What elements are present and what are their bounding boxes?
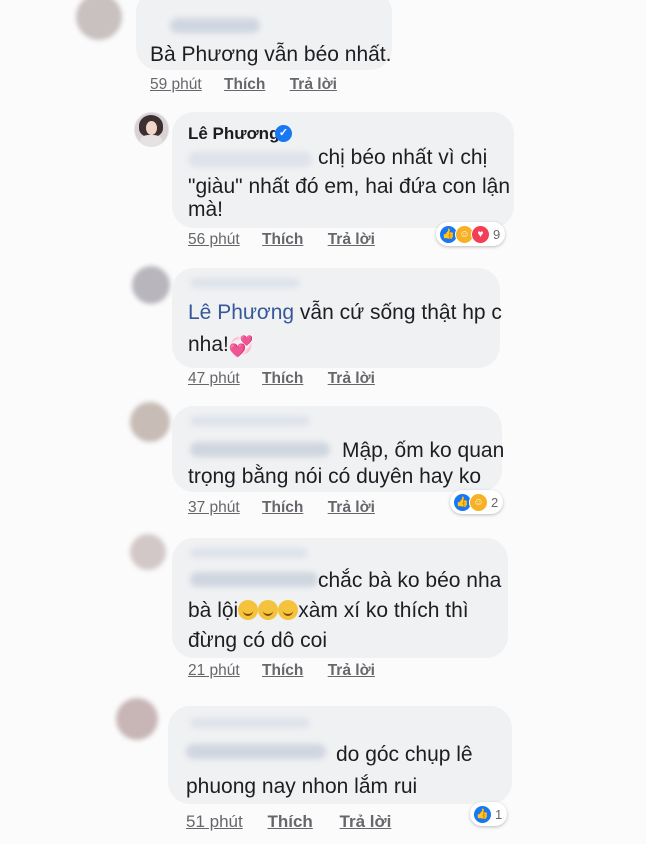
reply-button[interactable]: Trả lời [328, 662, 375, 679]
comment-meta: 51 phút Thích Trả lời [186, 812, 391, 832]
comment-meta: 47 phút Thích Trả lời [188, 370, 375, 388]
rolling-laughing-emoji [258, 600, 279, 620]
blurred-author-name [190, 718, 310, 728]
comment-text-line-3: đừng có dô coi [188, 629, 327, 652]
blurred-author-name [170, 18, 260, 33]
reply-button[interactable]: Trả lời [328, 370, 375, 387]
blurred-mention [190, 442, 330, 457]
comment-meta: 56 phút Thích Trả lời [188, 231, 375, 249]
reaction-summary[interactable]: 👍 ☺ ♥ 9 [436, 222, 506, 246]
rolling-laughing-emoji [278, 600, 299, 620]
comment-text-line-1: Mập, ốm ko quan [342, 439, 505, 462]
mention-link[interactable]: Lê Phương [188, 301, 294, 324]
reply-button[interactable]: Trả lời [328, 499, 375, 516]
comment-meta: 59 phút Thích Trả lời [150, 76, 337, 94]
comment-meta: 37 phút Thích Trả lời [188, 499, 375, 517]
avatar[interactable] [116, 698, 158, 740]
comment-text-line-1: do góc chụp lê [336, 743, 473, 766]
comment-text-line-1: chị béo nhất vì chị [318, 146, 488, 169]
rolling-laughing-emoji [238, 600, 259, 620]
reply-button[interactable]: Trả lời [328, 231, 375, 248]
comment-text-line-2: "giàu" nhất đó em, hai đứa con lận [188, 175, 511, 198]
comment-text-line-2: bà lội xàm xí ko thích thì [188, 599, 469, 622]
comment-time[interactable]: 47 phút [188, 370, 240, 387]
blurred-author-name [190, 278, 300, 288]
comment-author[interactable]: Lê Phương [188, 124, 279, 144]
like-icon: 👍 [473, 804, 492, 824]
comment-text-line-3: mà! [188, 198, 224, 221]
comment-text: Bà Phương vẫn béo nhất. [150, 43, 392, 66]
avatar[interactable] [76, 0, 122, 40]
two-hearts-emoji: 💞 [228, 336, 254, 358]
love-icon: ♥ [471, 224, 490, 244]
comment-text-line-2: trọng bằng nói có duyên hay ko [188, 465, 482, 488]
reaction-summary[interactable]: 👍 ☺ 2 [450, 490, 504, 514]
blurred-author-name [190, 416, 310, 426]
verified-badge-icon: ✓ [275, 125, 292, 142]
comment-text-line-1: chắc bà ko béo nha [318, 569, 502, 592]
blurred-mention [188, 152, 312, 167]
avatar[interactable] [130, 534, 166, 570]
comment-time[interactable]: 51 phút [186, 812, 243, 831]
comment-time[interactable]: 56 phút [188, 231, 240, 248]
avatar[interactable] [134, 112, 169, 147]
comment-time[interactable]: 21 phút [188, 662, 240, 679]
comment-time[interactable]: 37 phút [188, 499, 240, 516]
reply-button[interactable]: Trả lời [290, 76, 337, 93]
like-button[interactable]: Thích [262, 370, 303, 387]
comment-text-line-1: Lê Phương vẫn cứ sống thật hp c [188, 301, 502, 324]
comment-text-line-2: nha!💞 [188, 330, 254, 362]
blurred-mention [186, 744, 326, 759]
reply-button[interactable]: Trả lời [340, 812, 392, 831]
like-button[interactable]: Thích [224, 76, 265, 93]
comment-text-line-2: phuong nay nhon lắm rui [186, 775, 418, 798]
reaction-count: 9 [493, 226, 501, 242]
like-button[interactable]: Thích [262, 662, 303, 679]
blurred-author-name [190, 548, 308, 558]
comment-meta: 21 phút Thích Trả lời [188, 662, 375, 680]
care-icon: ☺ [469, 492, 488, 512]
reaction-summary[interactable]: 👍 1 [470, 802, 508, 826]
like-button[interactable]: Thích [267, 812, 312, 831]
like-button[interactable]: Thích [262, 499, 303, 516]
avatar[interactable] [132, 266, 170, 304]
comment-time[interactable]: 59 phút [150, 76, 202, 93]
blurred-mention [190, 572, 318, 587]
avatar[interactable] [130, 402, 170, 442]
like-button[interactable]: Thích [262, 231, 303, 248]
reaction-count: 1 [495, 806, 503, 822]
reaction-count: 2 [491, 494, 499, 510]
